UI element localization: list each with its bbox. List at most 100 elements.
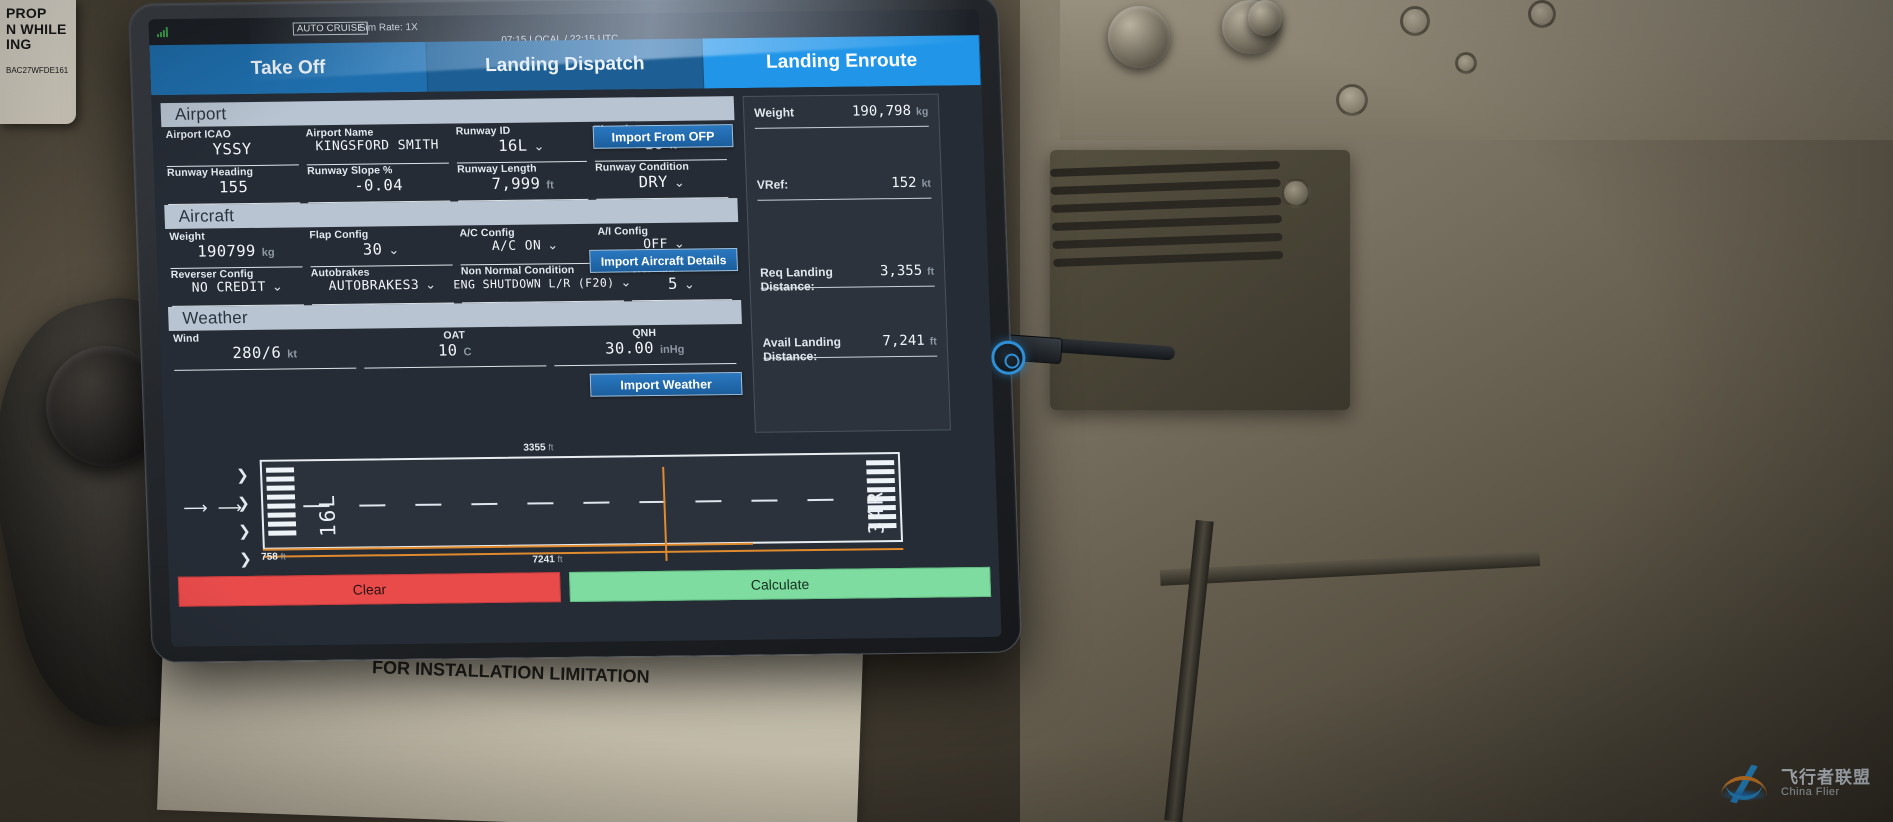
chevron-down-icon[interactable]: ⌄ (684, 277, 695, 292)
unit-avail-landing: ft (929, 335, 937, 348)
cockpit-knob (1108, 6, 1170, 68)
value-runway-id[interactable]: 16L (498, 137, 528, 155)
runway-number-far: 34R (863, 490, 889, 535)
placard-lower-text: FOR INSTALLATION LIMITATION (371, 657, 650, 687)
runway-centerline-icon (303, 498, 859, 508)
field-weight[interactable]: Weight 190799 kg (165, 229, 306, 269)
runway-number-near: 16L (314, 492, 341, 538)
value-result-weight: 190,798 (851, 102, 912, 120)
chevron-down-icon[interactable]: ⌄ (674, 175, 685, 190)
cockpit-knob (1248, 0, 1282, 36)
results-panel: Weight 190,798 kg VRef: 152 kt Req Landi… (742, 93, 952, 433)
value-runway-condition[interactable]: DRY (638, 173, 668, 191)
action-button-row: Clear Calculate (177, 566, 992, 607)
calculate-button[interactable]: Calculate (568, 566, 992, 602)
field-runway-condition[interactable]: Runway Condition DRY ⌄ (591, 160, 732, 200)
chevron-down-icon[interactable]: ⌄ (272, 279, 283, 294)
field-runway-slope[interactable]: Runway Slope % -0.04 (303, 164, 454, 204)
weather-row-1: Wind 280/6 kt OAT 10 C QNH 30.00 inHg (169, 326, 744, 371)
label-req-landing-line2: Distance: (760, 278, 815, 294)
field-reverser-config[interactable]: Reverser Config NO CREDIT ⌄ (167, 267, 308, 307)
import-aircraft-details-button[interactable]: Import Aircraft Details (589, 248, 739, 273)
unit-oat: C (463, 346, 472, 359)
label-result-vref: VRef: (756, 177, 789, 192)
field-airport-name[interactable]: Airport Name KINGSFORD SMITH (301, 126, 452, 166)
value-vref-add[interactable]: 5 (668, 275, 678, 293)
cockpit-fastener-icon (1281, 178, 1311, 208)
field-oat[interactable]: OAT 10 C (359, 328, 550, 369)
value-qnh[interactable]: 30.00 (605, 339, 654, 358)
airport-row-2: Runway Heading 155 Runway Slope % -0.04 … (163, 160, 738, 205)
value-oat[interactable]: 10 (438, 341, 458, 359)
chevron-down-icon[interactable]: ⌄ (425, 277, 436, 292)
value-runway-heading[interactable]: 155 (219, 178, 249, 196)
runway-top-unit: ft (548, 442, 554, 453)
unit-weight: kg (261, 246, 275, 259)
field-autobrakes[interactable]: Autobrakes AUTOBRAKES3 ⌄ (307, 265, 458, 306)
runway-bottom-unit: ft (557, 554, 563, 565)
value-reverser-config[interactable]: NO CREDIT (192, 280, 267, 296)
field-runway-id[interactable]: Runway ID 16L ⌄ (451, 124, 590, 164)
runway-left-value: 758 (260, 551, 279, 563)
value-req-landing: 3,355 (879, 262, 923, 280)
sim-rate-label: Sim Rate: 1X (358, 21, 419, 34)
value-result-vref: 152 (890, 174, 917, 192)
value-non-normal-condition[interactable]: ENG SHUTDOWN L/R (F20) (453, 276, 615, 292)
value-ac-config[interactable]: A/C ON (492, 238, 542, 254)
label-avail-landing-line1: Avail Landing (762, 334, 842, 350)
chevron-down-icon[interactable]: ⌄ (533, 138, 544, 153)
cockpit-fastener-icon (1336, 84, 1368, 116)
tab-landing-dispatch[interactable]: Landing Dispatch (426, 38, 705, 92)
runway-available-distance-label: 7241 ft (532, 554, 562, 565)
cockpit-fastener-icon (1400, 6, 1430, 36)
result-weight: Weight 190,798 kg (753, 102, 929, 129)
runway-surface: 16L 34R (259, 452, 904, 561)
value-flap-config[interactable]: 30 (362, 240, 382, 258)
unit-qnh: inHg (659, 343, 685, 356)
tab-take-off[interactable]: Take Off (149, 41, 428, 96)
value-airport-name[interactable]: KINGSFORD SMITH (315, 138, 439, 154)
field-ac-config[interactable]: A/C Config A/C ON ⌄ (455, 226, 594, 266)
unit-wind: kt (286, 348, 298, 361)
field-wind[interactable]: Wind 280/6 kt (169, 331, 360, 371)
watermark-logo-icon (1715, 764, 1773, 804)
tab-landing-enroute[interactable]: Landing Enroute (702, 35, 982, 89)
label-avail-landing: Avail Landing Distance: (762, 334, 842, 365)
runway-left-unit: ft (280, 551, 286, 562)
watermark-cn-text: 飞行者联盟 (1781, 768, 1871, 788)
value-wind[interactable]: 280/6 (232, 344, 281, 363)
runway-required-distance-label: 3355 ft (523, 442, 553, 453)
result-avail-landing-distance: Avail Landing Distance: 7,241 ft (762, 332, 938, 363)
value-autobrakes[interactable]: AUTOBRAKES3 (328, 278, 419, 294)
field-airport-icao[interactable]: Airport ICAO YSSY (161, 127, 302, 168)
unit-result-weight: kg (915, 105, 929, 118)
import-from-ofp-button[interactable]: Import From OFP (592, 124, 734, 149)
content-panes: Airport Airport ICAO YSSY Airport Name K… (160, 93, 985, 440)
field-runway-heading[interactable]: Runway Heading 155 (163, 165, 304, 205)
field-qnh[interactable]: QNH 30.00 inHg (549, 326, 740, 367)
signal-bars-icon (156, 27, 169, 38)
chevron-down-icon[interactable]: ⌄ (388, 242, 399, 257)
runway-diagram: 3355 ft ❯ ❯ ❯ ❯ ⟶⟶ 16L 34R 758 ft 7241 f… (173, 439, 990, 571)
field-flap-config[interactable]: Flap Config 30 ⌄ (305, 227, 456, 268)
value-weight[interactable]: 190799 (197, 242, 256, 261)
runway-left-distance-label: 758 ft (261, 551, 286, 562)
app-content: Airport Airport ICAO YSSY Airport Name K… (151, 85, 1002, 647)
chevron-down-icon[interactable]: ⌄ (547, 237, 558, 252)
value-airport-icao[interactable]: YSSY (212, 140, 252, 158)
tablet-home-button[interactable] (990, 340, 1027, 375)
watermark: 飞行者联盟 China Flier (1715, 764, 1871, 804)
cockpit-scene: PROP N WHILE ING BAC27WFDE161 FOR INSTAL… (0, 0, 1893, 822)
placard-part-number: BAC27WFDE161 (6, 66, 69, 76)
result-vref: VRef: 152 kt (756, 174, 932, 201)
value-runway-slope[interactable]: -0.04 (354, 176, 403, 195)
field-runway-length[interactable]: Runway Length 7,999 ft (453, 162, 592, 202)
approach-direction-icon: ⟶⟶ (182, 497, 253, 518)
results-pane: Weight 190,798 kg VRef: 152 kt Req Landi… (742, 93, 952, 433)
label-req-landing-line1: Req Landing (759, 264, 834, 280)
clear-button[interactable]: Clear (177, 572, 562, 607)
placard-line-1: PROP (6, 5, 47, 21)
unit-runway-length: ft (546, 179, 554, 192)
value-runway-length[interactable]: 7,999 (491, 174, 540, 193)
import-weather-button[interactable]: Import Weather (589, 371, 743, 397)
